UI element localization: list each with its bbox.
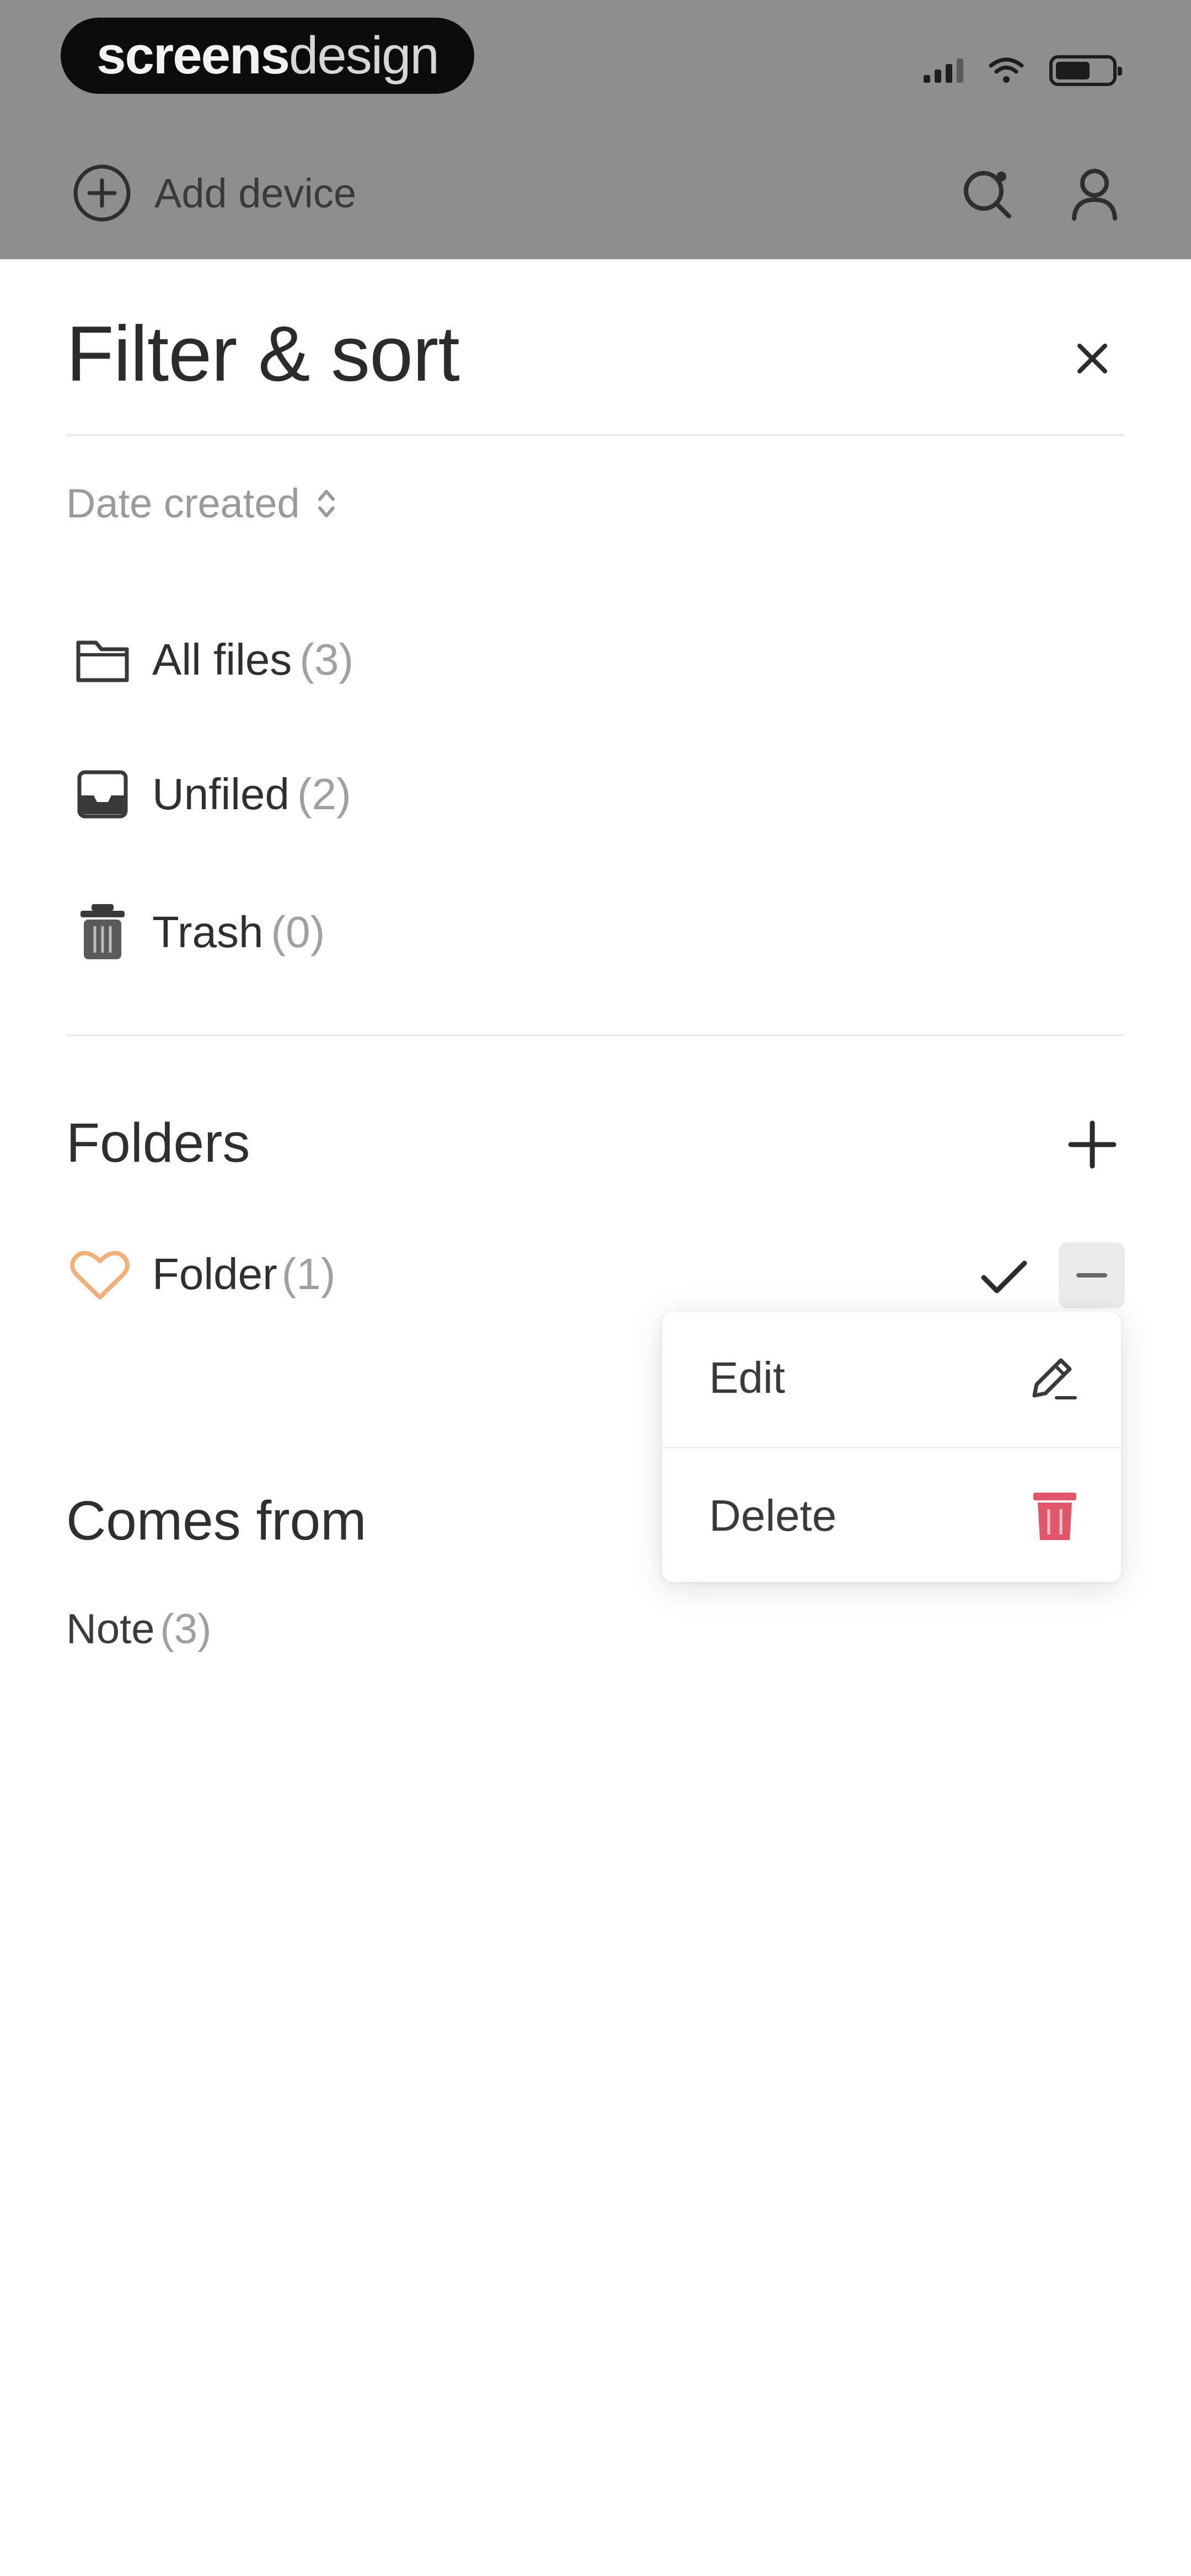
comes-from-heading: Comes from — [66, 1490, 367, 1552]
sheet-title: Filter & sort — [66, 310, 460, 398]
sort-arrows-icon — [318, 489, 335, 517]
close-icon — [1077, 344, 1107, 373]
search-icon[interactable] — [959, 165, 1015, 221]
folder-count: (1) — [281, 1249, 336, 1298]
plus-icon — [1068, 1120, 1117, 1169]
source-item-note[interactable]: Note (3) — [66, 1605, 211, 1653]
nav-item-label: Unfiled — [152, 769, 290, 819]
menu-item-delete[interactable]: Delete — [662, 1450, 1121, 1582]
sort-label: Date created — [66, 480, 300, 526]
add-folder-button[interactable] — [1054, 1106, 1131, 1183]
screensdesign-logo: screens design — [61, 18, 474, 94]
nav-item-count: (2) — [297, 769, 351, 819]
menu-item-edit[interactable]: Edit — [662, 1312, 1121, 1444]
add-device-label: Add device — [154, 170, 357, 216]
add-circle-icon — [73, 164, 131, 222]
battery-icon — [1049, 55, 1122, 86]
title-divider — [66, 434, 1125, 436]
nav-item-count: (0) — [271, 907, 325, 956]
inbox-icon — [77, 770, 128, 819]
folder-context-menu: Edit Delete — [662, 1312, 1121, 1582]
heart-icon — [70, 1250, 130, 1300]
section-divider — [66, 1034, 1125, 1036]
folder-label: Folder — [152, 1249, 277, 1298]
dimmed-app-background: screens design Add device — [0, 0, 1191, 259]
pencil-icon — [1032, 1358, 1077, 1399]
nav-item-label: All files — [152, 635, 292, 684]
nav-item-all-files[interactable]: All files (3) — [75, 634, 353, 685]
cellular-signal-icon — [924, 58, 963, 83]
sort-selector[interactable]: Date created — [66, 480, 337, 527]
minus-icon — [1076, 1273, 1107, 1278]
source-label: Note — [66, 1606, 155, 1653]
folder-icon — [76, 640, 129, 682]
menu-item-edit-label: Edit — [709, 1353, 785, 1402]
folders-heading: Folders — [66, 1112, 250, 1174]
logo-text-bold: screens — [96, 26, 290, 85]
nav-item-trash[interactable]: Trash (0) — [75, 902, 325, 963]
nav-item-count: (3) — [299, 635, 354, 684]
trash-icon — [1033, 1493, 1076, 1540]
logo-text-light: design — [289, 26, 439, 85]
status-icons — [924, 49, 1122, 93]
menu-divider — [662, 1447, 1121, 1449]
profile-icon[interactable] — [1070, 165, 1119, 221]
folder-item[interactable]: Folder (1) — [69, 1247, 336, 1302]
close-button[interactable] — [1054, 320, 1131, 397]
nav-item-label: Trash — [152, 907, 264, 956]
filter-sort-sheet: Filter & sort Date created All files(3) — [3, 259, 1188, 2576]
menu-item-delete-label: Delete — [709, 1491, 837, 1540]
wifi-icon — [989, 57, 1024, 83]
folder-more-button[interactable] — [1059, 1242, 1125, 1308]
header-actions — [959, 160, 1119, 226]
trash-icon — [81, 904, 125, 959]
add-device-button[interactable]: Add device — [72, 160, 356, 226]
nav-item-unfiled[interactable]: Unfiled (2) — [75, 768, 351, 821]
source-count: (3) — [160, 1606, 212, 1653]
check-icon — [974, 1247, 1034, 1307]
